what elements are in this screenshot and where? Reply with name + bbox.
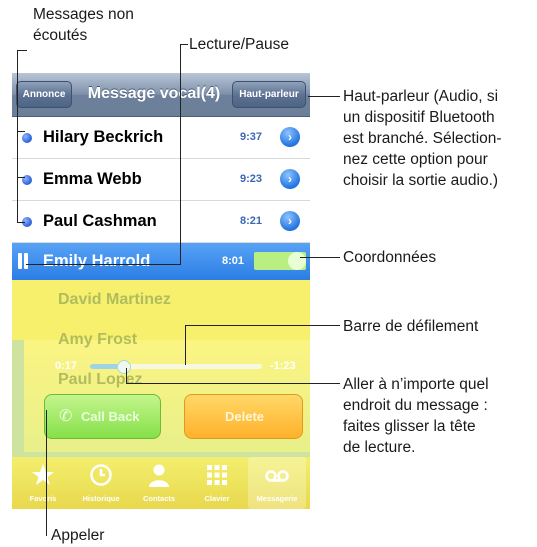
callout-scrub-anywhere: Aller à n’importe quel endroit du message… bbox=[343, 376, 489, 456]
leader-line-scrub-bar bbox=[185, 325, 340, 326]
contact-info-chevron-icon[interactable] bbox=[288, 252, 306, 270]
greeting-button[interactable]: Annonce bbox=[16, 81, 72, 108]
leader-line-play-pause bbox=[180, 44, 188, 45]
call-back-button[interactable]: ✆ Call Back bbox=[44, 394, 161, 439]
callout-contact-info: Coordonnées bbox=[343, 249, 437, 266]
callout-unheard-line1: Messages non bbox=[33, 6, 134, 23]
tab-label: Messagerie bbox=[256, 494, 298, 503]
leader-line-play-pause bbox=[180, 44, 181, 264]
tab-favorites[interactable]: Favoris bbox=[14, 457, 72, 509]
selected-message-time: 8:01 bbox=[222, 255, 245, 267]
tab-label: Historique bbox=[82, 494, 120, 503]
leader-line-unheard bbox=[17, 62, 18, 222]
clock-icon bbox=[90, 464, 112, 486]
callout-scrub-bar: Barre de défilement bbox=[343, 318, 479, 335]
phone-screen: Annonce Message vocal(4) Haut-parleur Hi… bbox=[12, 73, 310, 509]
message-time: 9:37 bbox=[240, 131, 263, 143]
call-back-label: Call Back bbox=[81, 409, 140, 424]
message-name: Emma Webb bbox=[43, 170, 142, 188]
list-item-name: Amy Frost bbox=[58, 331, 138, 348]
delete-button[interactable]: Delete bbox=[184, 394, 303, 439]
tab-recents[interactable]: Historique bbox=[72, 457, 130, 509]
playhead[interactable] bbox=[117, 360, 132, 374]
message-name: Hilary Beckrich bbox=[43, 128, 164, 146]
pause-icon[interactable] bbox=[16, 253, 30, 269]
leader-line-unheard bbox=[17, 177, 25, 178]
message-name: Paul Cashman bbox=[43, 212, 157, 230]
list-item[interactable]: Paul Cashman 8:21 › bbox=[12, 201, 310, 243]
unheard-dot-icon bbox=[22, 133, 32, 143]
star-icon bbox=[32, 464, 54, 485]
callout-unheard-line2: écoutés bbox=[33, 27, 88, 44]
leader-line-unheard bbox=[17, 131, 25, 132]
player-panel-background bbox=[12, 280, 310, 340]
list-item[interactable]: Hilary Beckrich 9:37 › bbox=[12, 117, 310, 159]
speaker-button[interactable]: Haut-parleur bbox=[232, 81, 306, 108]
leader-line-play-pause bbox=[26, 264, 181, 265]
callout-call: Appeler bbox=[51, 527, 105, 544]
selected-message-row[interactable]: Emily Harrold 8:01 bbox=[12, 243, 310, 280]
tab-contacts[interactable]: Contacts bbox=[130, 457, 188, 509]
remaining-time: -1:23 bbox=[270, 360, 296, 372]
tab-label: Clavier bbox=[204, 494, 230, 503]
person-icon bbox=[149, 464, 169, 487]
leader-line-unheard bbox=[17, 50, 18, 62]
tab-label: Favoris bbox=[29, 494, 57, 503]
callout-unheard-messages: Messages non écoutés bbox=[33, 4, 134, 46]
elapsed-time: 0:17 bbox=[55, 360, 78, 372]
scrub-track[interactable] bbox=[90, 360, 262, 374]
selected-message-name: Emily Harrold bbox=[43, 252, 151, 270]
scrub-bar: 0:17 -1:23 bbox=[12, 355, 310, 377]
leader-line-speaker bbox=[308, 96, 340, 97]
tab-voicemail[interactable]: Messagerie bbox=[248, 457, 306, 509]
keypad-icon bbox=[207, 465, 227, 485]
delete-label: Delete bbox=[224, 409, 265, 424]
page-title: Message vocal(4) bbox=[87, 85, 221, 102]
leader-line-unheard bbox=[17, 222, 25, 223]
message-time: 8:21 bbox=[240, 215, 263, 227]
leader-line-scrub-anywhere bbox=[126, 368, 127, 384]
tab-keypad[interactable]: Clavier bbox=[188, 457, 246, 509]
phone-icon: ✆ bbox=[59, 408, 73, 425]
tab-label: Contacts bbox=[142, 494, 176, 503]
leader-line-unheard bbox=[17, 50, 27, 51]
nav-bar: Annonce Message vocal(4) Haut-parleur bbox=[12, 73, 310, 117]
leader-line-scrub-bar bbox=[185, 325, 186, 365]
chevron-right-icon[interactable]: › bbox=[280, 127, 300, 147]
message-time: 9:23 bbox=[240, 173, 263, 185]
voicemail-icon bbox=[265, 470, 289, 482]
leader-line-contact-info bbox=[300, 257, 340, 258]
callout-play-pause: Lecture/Pause bbox=[189, 36, 289, 53]
tab-bar: Favoris Historique Contacts Clavier Mess… bbox=[12, 457, 310, 509]
list-item-name: David Martinez bbox=[58, 291, 171, 308]
leader-line-scrub-anywhere bbox=[126, 383, 340, 384]
chevron-right-icon[interactable]: › bbox=[280, 169, 300, 189]
leader-line-call bbox=[46, 410, 47, 536]
callout-speaker: Haut-parleur (Audio, si un dispositif Blu… bbox=[343, 88, 502, 189]
list-item[interactable]: Emma Webb 9:23 › bbox=[12, 159, 310, 201]
chevron-right-icon[interactable]: › bbox=[280, 211, 300, 231]
